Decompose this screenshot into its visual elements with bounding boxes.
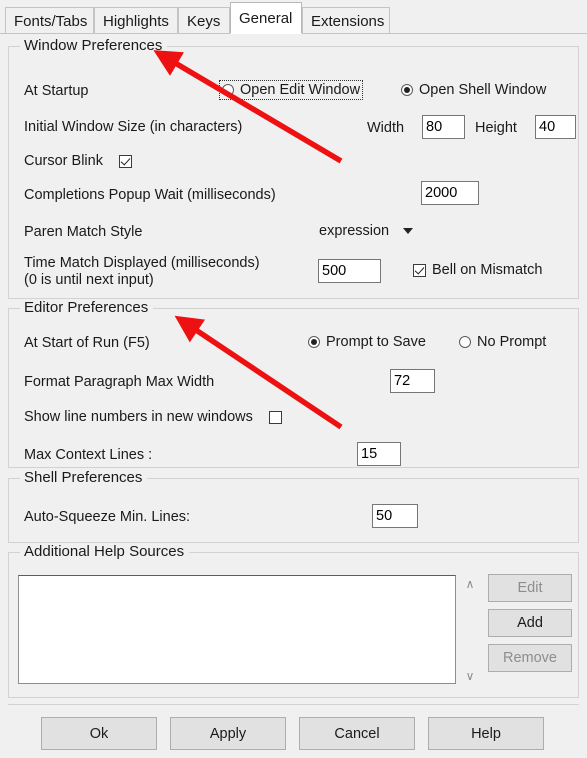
radio-label: Open Shell Window	[419, 82, 547, 98]
general-settings-page: Window Preferences At Startup Open Edit …	[0, 33, 587, 758]
time-match-line2: (0 is until next input)	[24, 272, 154, 288]
radio-indicator-icon	[459, 336, 471, 348]
ok-button[interactable]: Ok	[41, 717, 157, 750]
tab-highlights[interactable]: Highlights	[94, 7, 178, 34]
footer-divider	[8, 704, 579, 705]
help-sources-scrollbar[interactable]: ∧ ∨	[461, 575, 479, 684]
at-startup-label: At Startup	[24, 83, 89, 99]
edit-help-source-button[interactable]: Edit	[488, 574, 572, 602]
time-match-line1: Time Match Displayed (milliseconds)	[24, 255, 260, 271]
paren-match-style-value: expression	[319, 223, 390, 239]
cursor-blink-checkbox[interactable]: Cursor Blink	[24, 153, 132, 169]
help-sources-listbox[interactable]	[18, 575, 456, 684]
tab-general[interactable]: General	[230, 2, 302, 34]
tab-fonts-tabs[interactable]: Fonts/Tabs	[5, 7, 94, 34]
tab-extensions[interactable]: Extensions	[302, 7, 390, 34]
additional-help-sources-group: Additional Help Sources ∧ ∨ Edit Add Rem…	[8, 543, 579, 698]
height-label: Height	[475, 120, 517, 136]
checkbox-indicator-icon	[413, 263, 426, 277]
max-context-lines-label: Max Context Lines :	[24, 447, 153, 463]
bell-on-mismatch-label: Bell on Mismatch	[432, 262, 543, 278]
editor-preferences-group: Editor Preferences At Start of Run (F5) …	[8, 299, 579, 468]
show-line-numbers-label: Show line numbers in new windows	[24, 409, 253, 425]
tab-label: General	[239, 10, 293, 27]
time-match-displayed-input[interactable]	[318, 259, 381, 283]
radio-open-edit-window[interactable]: Open Edit Window	[218, 80, 364, 100]
time-match-displayed-label: Time Match Displayed (milliseconds) (0 i…	[24, 255, 260, 289]
bell-on-mismatch-checkbox[interactable]: Bell on Mismatch	[413, 262, 542, 278]
add-help-source-button[interactable]: Add	[488, 609, 572, 637]
help-button[interactable]: Help	[428, 717, 544, 750]
radio-label: No Prompt	[477, 334, 547, 350]
at-start-of-run-label: At Start of Run (F5)	[24, 335, 150, 351]
scroll-up-icon[interactable]: ∧	[461, 575, 479, 592]
settings-tab-bar: Fonts/Tabs Highlights Keys General Exten…	[0, 0, 587, 34]
tab-label: Highlights	[103, 13, 169, 30]
max-context-lines-input[interactable]	[357, 442, 401, 466]
format-paragraph-max-width-input[interactable]	[390, 369, 435, 393]
editor-preferences-title: Editor Preferences	[20, 299, 154, 316]
width-input[interactable]	[422, 115, 465, 139]
radio-indicator-icon	[222, 84, 234, 96]
scroll-down-icon[interactable]: ∨	[461, 667, 479, 684]
cursor-blink-label: Cursor Blink	[24, 153, 103, 169]
tab-label: Keys	[187, 13, 221, 30]
format-paragraph-max-width-label: Format Paragraph Max Width	[24, 374, 215, 390]
radio-label: Prompt to Save	[326, 334, 426, 350]
paren-match-style-dropdown[interactable]: expression	[319, 223, 414, 239]
cancel-button[interactable]: Cancel	[299, 717, 415, 750]
window-preferences-title: Window Preferences	[20, 37, 168, 54]
remove-help-source-button[interactable]: Remove	[488, 644, 572, 672]
radio-prompt-to-save[interactable]: Prompt to Save	[308, 334, 426, 350]
completions-popup-wait-input[interactable]	[421, 181, 479, 205]
initial-window-size-label: Initial Window Size (in characters)	[24, 119, 243, 135]
radio-label: Open Edit Window	[240, 82, 361, 98]
shell-preferences-group: Shell Preferences Auto-Squeeze Min. Line…	[8, 469, 579, 543]
chevron-down-icon	[403, 228, 414, 234]
checkbox-indicator-icon	[268, 410, 282, 424]
additional-help-sources-title: Additional Help Sources	[20, 543, 190, 560]
radio-open-shell-window[interactable]: Open Shell Window	[401, 82, 546, 98]
tab-label: Fonts/Tabs	[14, 13, 88, 30]
tab-label: Extensions	[311, 13, 385, 30]
auto-squeeze-min-lines-label: Auto-Squeeze Min. Lines:	[24, 509, 191, 525]
checkbox-indicator-icon	[118, 154, 132, 168]
apply-button[interactable]: Apply	[170, 717, 286, 750]
radio-indicator-icon	[308, 336, 320, 348]
completions-popup-wait-label: Completions Popup Wait (milliseconds)	[24, 187, 276, 203]
radio-indicator-icon	[401, 84, 413, 96]
auto-squeeze-min-lines-input[interactable]	[372, 504, 418, 528]
width-label: Width	[367, 120, 405, 136]
tab-keys[interactable]: Keys	[178, 7, 230, 34]
window-preferences-group: Window Preferences At Startup Open Edit …	[8, 37, 579, 299]
radio-no-prompt[interactable]: No Prompt	[459, 334, 546, 350]
paren-match-style-label: Paren Match Style	[24, 224, 143, 240]
show-line-numbers-checkbox[interactable]: Show line numbers in new windows	[24, 409, 282, 425]
shell-preferences-title: Shell Preferences	[20, 469, 148, 486]
height-input[interactable]	[535, 115, 576, 139]
